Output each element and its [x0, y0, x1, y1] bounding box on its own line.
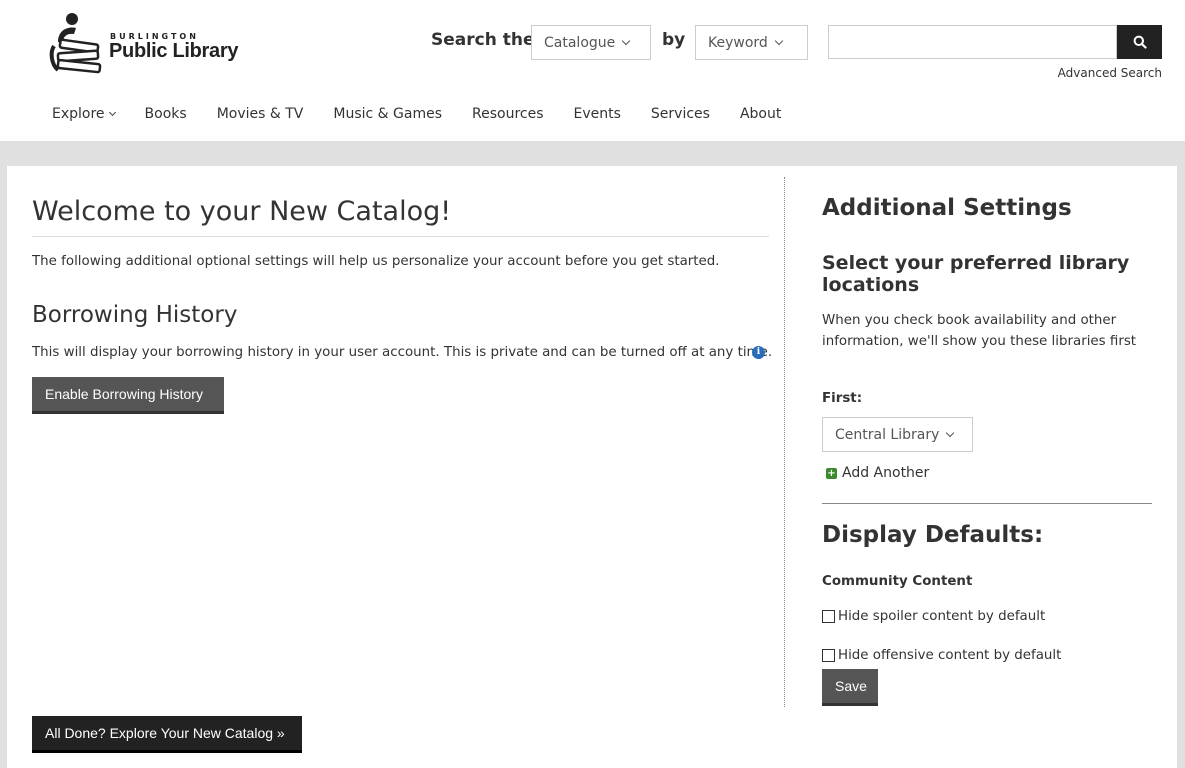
- borrowing-history-description: This will display your borrowing history…: [32, 345, 773, 360]
- borrowing-history-heading: Borrowing History: [32, 302, 238, 328]
- save-button[interactable]: Save: [822, 669, 878, 706]
- hide-offensive-option[interactable]: Hide offensive content by default: [822, 648, 1061, 663]
- book-stack-icon: [49, 13, 102, 74]
- advanced-search-link[interactable]: Advanced Search: [1040, 66, 1162, 80]
- nav-item-about[interactable]: About: [740, 106, 781, 122]
- first-location-value: Central Library: [835, 427, 940, 443]
- column-divider: [784, 177, 785, 707]
- nav-item-events[interactable]: Events: [574, 106, 621, 122]
- hide-offensive-label: Hide offensive content by default: [838, 648, 1062, 663]
- search-the-label: Search the: [431, 30, 535, 50]
- section-divider: [822, 503, 1152, 504]
- additional-settings-heading: Additional Settings: [822, 195, 1072, 221]
- library-logo[interactable]: BURLINGTON Public Library: [48, 12, 268, 74]
- nav-item-label: Explore: [52, 106, 105, 122]
- chevron-down-icon: [774, 36, 784, 46]
- explore-catalog-button[interactable]: All Done? Explore Your New Catalog »: [32, 716, 302, 753]
- info-icon[interactable]: i: [752, 346, 765, 359]
- chevron-down-icon: [946, 428, 955, 438]
- title-divider: [32, 236, 769, 237]
- site-header: BURLINGTON Public Library Search the Cat…: [0, 0, 1185, 141]
- search-scope-select[interactable]: Catalogue: [531, 25, 651, 60]
- hide-spoiler-label: Hide spoiler content by default: [838, 609, 1046, 624]
- nav-item-explore[interactable]: Explore: [52, 106, 116, 122]
- hide-spoiler-option[interactable]: Hide spoiler content by default: [822, 609, 1045, 624]
- preferred-locations-description: When you check book availability and oth…: [822, 313, 1137, 349]
- first-location-label: First:: [822, 391, 863, 406]
- search-button[interactable]: [1117, 25, 1162, 59]
- page-title: Welcome to your New Catalog!: [32, 196, 452, 227]
- hide-offensive-checkbox[interactable]: [822, 649, 835, 662]
- nav-item-movies-tv[interactable]: Movies & TV: [217, 106, 304, 122]
- nav-item-books[interactable]: Books: [145, 106, 187, 122]
- first-location-select[interactable]: Central Library: [822, 417, 973, 452]
- nav-item-services[interactable]: Services: [651, 106, 710, 122]
- nav-item-music-games[interactable]: Music & Games: [333, 106, 442, 122]
- display-defaults-heading: Display Defaults:: [822, 522, 1044, 548]
- search-input[interactable]: [828, 25, 1117, 59]
- search-scope-value: Catalogue: [544, 35, 616, 51]
- search-type-select[interactable]: Keyword: [695, 25, 808, 60]
- hide-spoiler-checkbox[interactable]: [822, 610, 835, 623]
- intro-text: The following additional optional settin…: [32, 254, 720, 269]
- plus-icon: +: [826, 467, 837, 479]
- preferred-locations-heading: Select your preferred library locations: [822, 252, 1130, 296]
- add-another-label: Add Another: [842, 465, 930, 481]
- add-another-location-link[interactable]: + Add Another: [826, 465, 929, 481]
- enable-borrowing-history-button[interactable]: Enable Borrowing History: [32, 377, 224, 414]
- by-label: by: [662, 30, 686, 50]
- search-type-value: Keyword: [708, 35, 768, 51]
- community-content-label: Community Content: [822, 574, 973, 589]
- logo-big-text: Public Library: [109, 40, 239, 62]
- chevron-down-icon: [108, 108, 116, 117]
- chevron-down-icon: [622, 36, 631, 46]
- nav-item-resources[interactable]: Resources: [472, 106, 544, 122]
- search-icon: [1133, 35, 1147, 49]
- main-nav: Explore Books Movies & TV Music & Games …: [52, 106, 811, 122]
